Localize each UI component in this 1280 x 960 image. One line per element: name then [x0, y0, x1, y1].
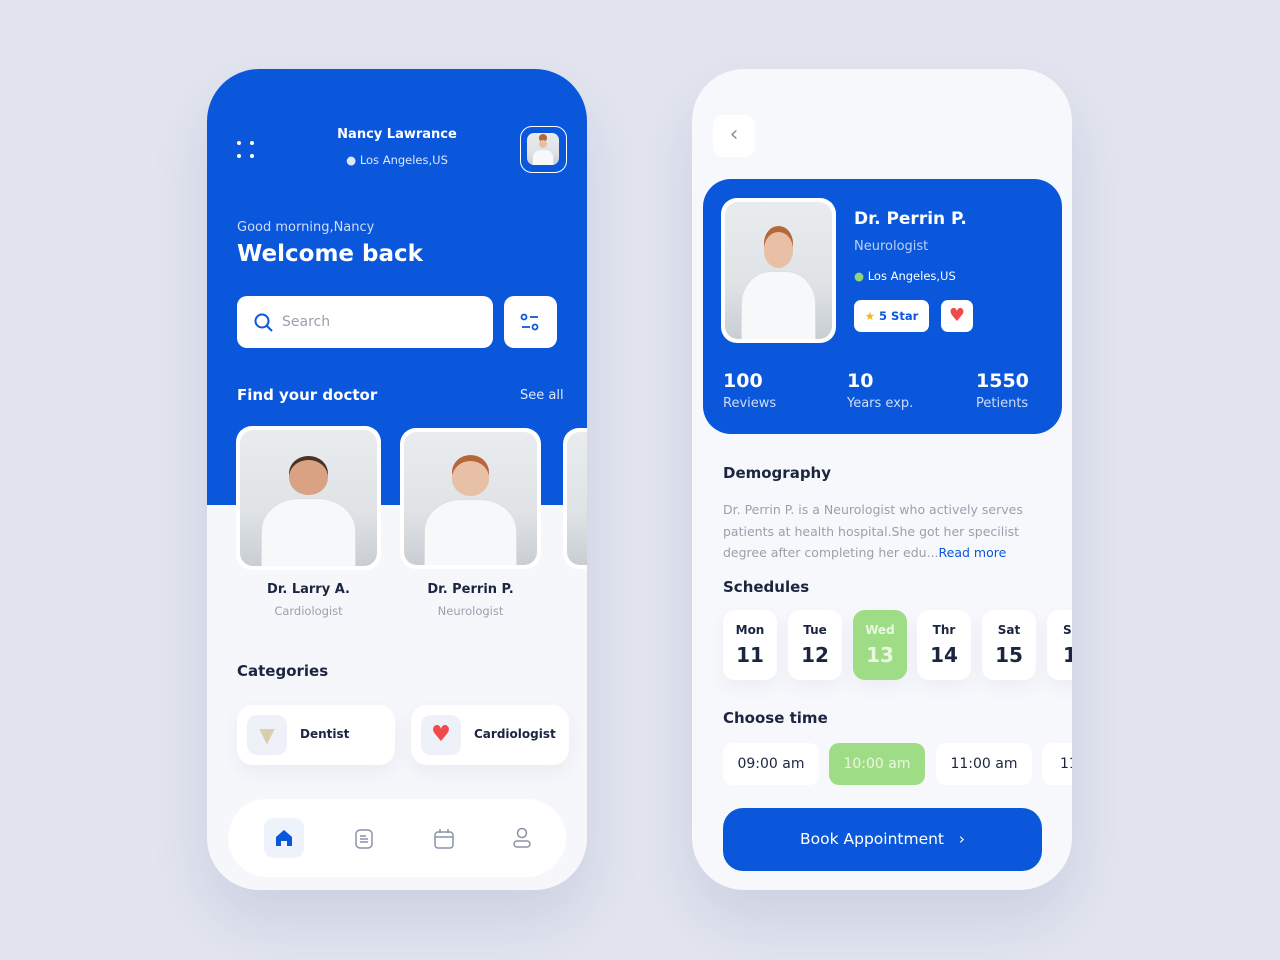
choose-time-title: Choose time [723, 709, 828, 727]
doctor-profile-card: Dr. Perrin P. Neurologist ● Los Angeles,… [703, 179, 1062, 434]
heart-icon: ♥ [948, 305, 966, 326]
back-button[interactable]: ‹ [713, 115, 755, 157]
stat-patients: 1550 Petients [976, 370, 1029, 411]
time-slot[interactable]: 11:00 am [936, 743, 1032, 785]
profile-icon[interactable] [512, 827, 532, 849]
filter-icon [520, 313, 539, 331]
see-all-link[interactable]: See all [520, 388, 564, 403]
category-label: Cardiologist [474, 727, 556, 741]
location-text: Los Angeles,US [359, 153, 448, 167]
doctor-specialty: Cardiologist [274, 604, 343, 618]
doctor-card-larry[interactable] [236, 426, 381, 570]
doctor-location: ● Los Angeles,US [854, 269, 956, 283]
location-pin-icon: ● [346, 153, 357, 167]
star-icon: ★ [864, 309, 876, 323]
rating-badge: ★ 5 Star [854, 300, 929, 332]
book-appointment-button[interactable]: Book Appointment › [723, 808, 1042, 871]
user-name: Nancy Lawrance [337, 127, 457, 142]
search-placeholder: Search [282, 314, 331, 330]
category-label: Dentist [300, 727, 350, 741]
stat-experience: 10 Years exp. [847, 370, 914, 411]
doctor-card-perrin[interactable] [400, 428, 541, 569]
page-title: Welcome back [237, 241, 423, 267]
doctor-photo [404, 432, 537, 565]
greeting: Good morning,Nancy [237, 220, 375, 235]
doctor-detail-screen: ‹ Dr. Perrin P. Neurologist ● Los Angele… [692, 69, 1072, 890]
user-location: ● Los Angeles,US [307, 153, 487, 167]
nav-home[interactable] [264, 818, 304, 858]
search-icon [254, 313, 273, 332]
doctor-name: Dr. Perrin P. [854, 209, 967, 229]
favorite-button[interactable]: ♥ [941, 300, 973, 332]
read-more-link[interactable]: Read more [939, 545, 1007, 560]
categories-title: Categories [237, 662, 329, 680]
doctor-photo-frame [721, 198, 836, 343]
document-icon[interactable] [354, 829, 374, 849]
chevron-left-icon: ‹ [729, 122, 739, 147]
time-slot-selected[interactable]: 10:00 am [829, 743, 925, 785]
doctor-name: Dr. Perrin P. [427, 582, 514, 597]
home-screen: Nancy Lawrance ● Los Angeles,US Good mor… [207, 69, 587, 890]
section-title: Find your doctor [237, 386, 378, 404]
day-tue[interactable]: Tue 12 [788, 610, 842, 680]
time-slot-partial[interactable]: 11 [1042, 743, 1072, 785]
doctor-photo [240, 430, 377, 566]
home-icon [276, 830, 292, 846]
menu-icon[interactable] [237, 141, 257, 161]
filter-button[interactable] [504, 296, 557, 348]
doctor-photo [725, 202, 832, 339]
book-label: Book Appointment [800, 830, 945, 848]
avatar[interactable] [520, 126, 567, 173]
heart-icon: ♥ [421, 715, 461, 755]
chevron-right-icon: › [958, 830, 965, 848]
location-pin-icon: ● [854, 269, 865, 283]
day-sat[interactable]: Sat 15 [982, 610, 1036, 680]
schedules-title: Schedules [723, 578, 810, 596]
stat-reviews: 100 Reviews [723, 370, 777, 411]
day-mon[interactable]: Mon 11 [723, 610, 777, 680]
day-wed-selected[interactable]: Wed 13 [853, 610, 907, 680]
doctor-specialty: Neurologist [854, 239, 929, 254]
category-cardiologist[interactable]: ♥ Cardiologist [411, 705, 569, 765]
calendar-icon[interactable] [433, 828, 455, 850]
demography-title: Demography [723, 464, 832, 482]
doctor-name: Dr. Larry A. [267, 582, 350, 597]
search-input[interactable]: Search [237, 296, 493, 348]
tooth-icon: ▼ [247, 715, 287, 755]
category-dentist[interactable]: ▼ Dentist [237, 705, 395, 765]
doctor-specialty: Neurologist [437, 604, 504, 618]
demography-text: Dr. Perrin P. is a Neurologist who activ… [723, 502, 1023, 560]
bottom-nav [228, 799, 566, 877]
day-thr[interactable]: Thr 14 [917, 610, 971, 680]
doctor-card-partial[interactable] [563, 428, 587, 569]
time-slot[interactable]: 09:00 am [723, 743, 819, 785]
day-sun-partial[interactable]: Su1 [1047, 610, 1072, 680]
